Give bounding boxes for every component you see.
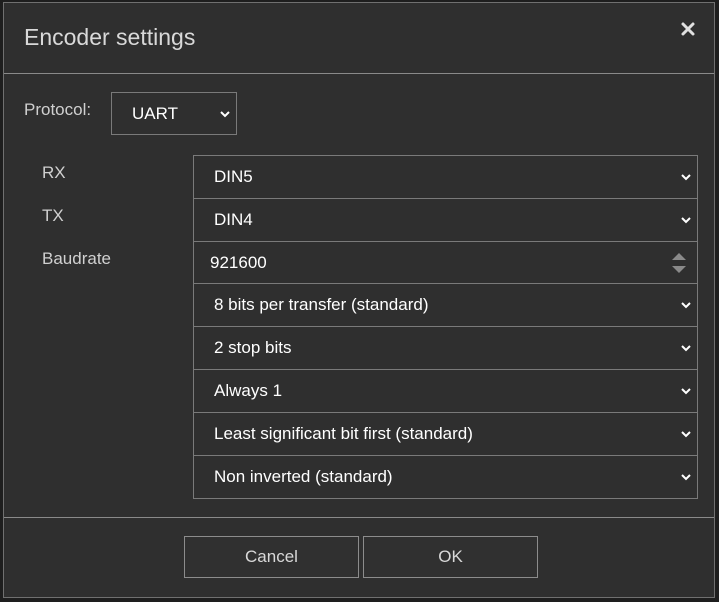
- spinner-arrows-icon[interactable]: [671, 250, 687, 276]
- protocol-select-value: UART: [132, 103, 178, 123]
- stop-bits-value: 2 stop bits: [214, 338, 292, 357]
- bits-per-transfer-value: 8 bits per transfer (standard): [214, 295, 429, 314]
- bit-order-value: Least significant bit first (standard): [214, 424, 473, 443]
- rx-label: RX: [42, 163, 66, 182]
- footer-divider: [4, 517, 714, 518]
- bit-order-select[interactable]: Least significant bit first (standard): [193, 412, 698, 456]
- bits-per-transfer-select[interactable]: 8 bits per transfer (standard): [193, 283, 698, 327]
- protocol-label: Protocol:: [24, 100, 92, 119]
- chevron-down-icon: [681, 388, 691, 395]
- tx-select-value: DIN4: [214, 210, 253, 229]
- chevron-down-icon: [681, 345, 691, 352]
- dialog-header: Encoder settings: [4, 3, 714, 74]
- tx-label: TX: [42, 206, 64, 225]
- parity-select[interactable]: Always 1: [193, 369, 698, 413]
- close-icon[interactable]: [680, 21, 696, 37]
- rx-select[interactable]: DIN5: [193, 155, 698, 199]
- dialog-title: Encoder settings: [24, 24, 196, 50]
- stop-bits-select[interactable]: 2 stop bits: [193, 326, 698, 370]
- chevron-down-icon: [220, 110, 230, 117]
- chevron-down-icon: [681, 302, 691, 309]
- chevron-down-icon: [681, 431, 691, 438]
- chevron-down-icon: [681, 174, 691, 181]
- encoder-settings-dialog: Encoder settings Protocol: UART RX TX Ba…: [3, 2, 715, 598]
- tx-select[interactable]: DIN4: [193, 198, 698, 242]
- rx-select-value: DIN5: [214, 167, 253, 186]
- chevron-down-icon: [681, 217, 691, 224]
- parity-value: Always 1: [214, 381, 283, 400]
- baudrate-input[interactable]: 921600: [193, 241, 698, 284]
- inversion-select[interactable]: Non inverted (standard): [193, 455, 698, 499]
- cancel-button[interactable]: Cancel: [184, 536, 359, 578]
- protocol-select[interactable]: UART: [111, 92, 237, 135]
- baudrate-label: Baudrate: [42, 249, 111, 268]
- inversion-value: Non inverted (standard): [214, 467, 393, 486]
- chevron-down-icon: [681, 474, 691, 481]
- baudrate-value: 921600: [210, 252, 267, 272]
- ok-button[interactable]: OK: [363, 536, 538, 578]
